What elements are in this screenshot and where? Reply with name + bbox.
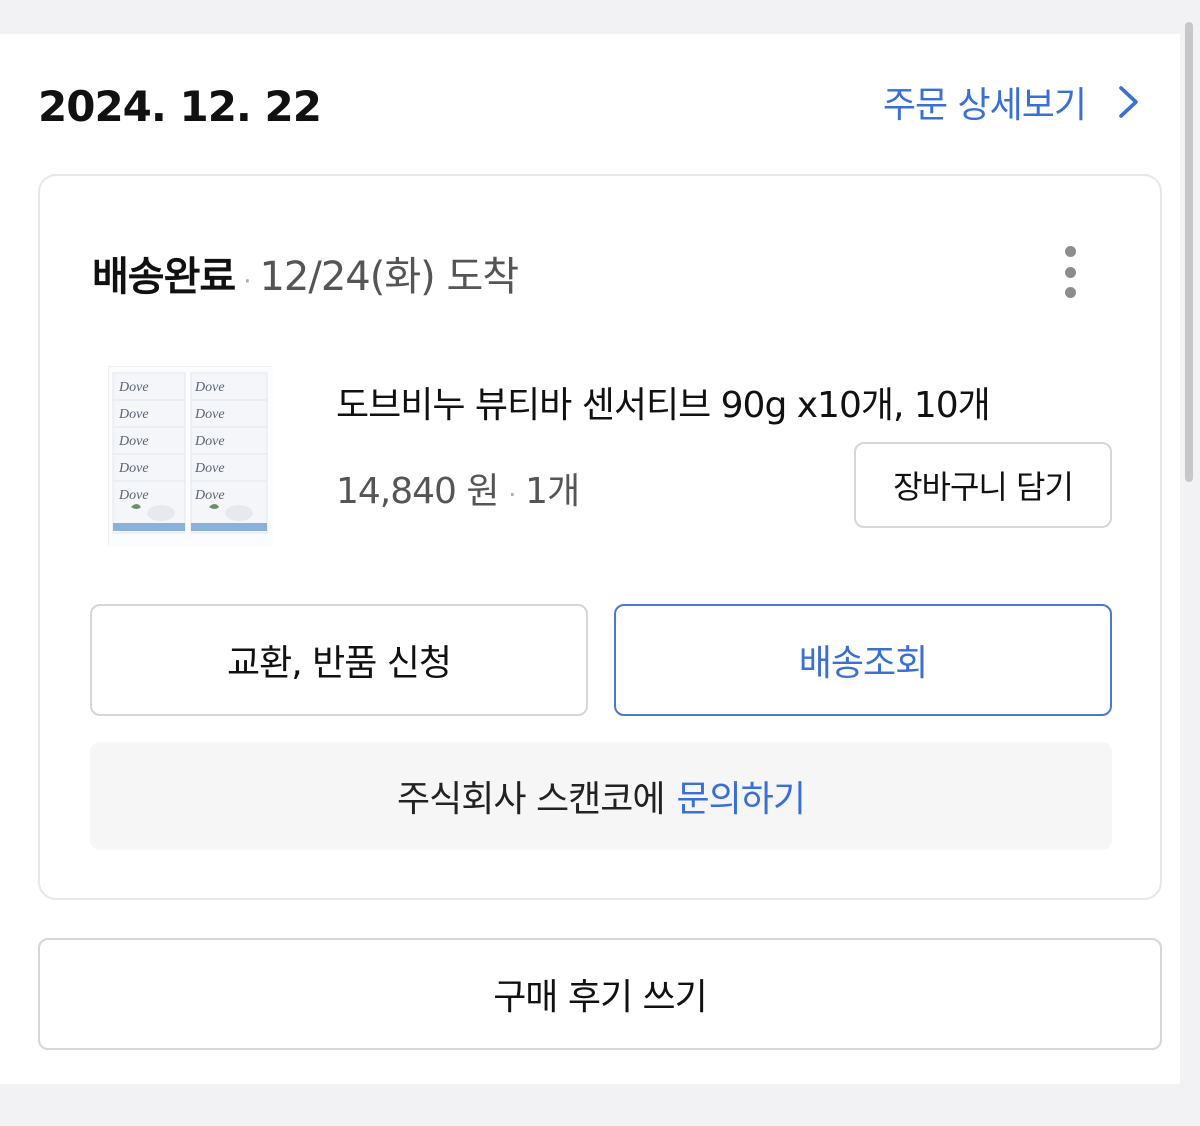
brand-logo-text: Dove: [118, 434, 149, 449]
product-name[interactable]: 도브비누 뷰티바 센서티브 90g x10개, 10개: [336, 376, 991, 428]
seller-inquiry-box: 주식회사 스캔코에 문의하기: [90, 742, 1112, 850]
brand-logo-text: Dove: [194, 488, 225, 503]
brand-logo-text: Dove: [118, 380, 149, 395]
brand-logo-text: Dove: [194, 461, 225, 476]
scrollbar-thumb[interactable]: [1185, 22, 1193, 482]
more-vertical-icon-dot: [1064, 287, 1076, 298]
price-separator: ·: [508, 481, 517, 509]
order-card: 배송완료 · 12/24(화) 도착 Dove Dove Dove Dove D: [38, 174, 1162, 900]
more-vertical-icon-dot: [1064, 246, 1076, 257]
brand-logo-text: Dove: [118, 407, 149, 422]
shipment-status-row: 배송완료 · 12/24(화) 도착: [92, 244, 519, 302]
arrival-date: 12/24(화) 도착: [259, 254, 519, 300]
more-vertical-icon-dot: [1064, 266, 1076, 278]
track-delivery-button[interactable]: 배송조회: [614, 604, 1112, 716]
chevron-right-icon[interactable]: [1112, 82, 1146, 122]
brand-logo-text: Dove: [194, 380, 225, 395]
brand-logo-text: Dove: [118, 461, 149, 476]
brand-logo-text: Dove: [118, 488, 149, 503]
order-detail-link[interactable]: 주문 상세보기: [883, 76, 1087, 128]
price-row: 14,840 원 · 1개: [336, 462, 580, 514]
dove-soap-pack-image: Dove Dove Dove Dove Dove Dove Dove Dove …: [109, 367, 273, 547]
order-date: 2024. 12. 22: [38, 82, 322, 131]
inquiry-seller-text: 주식회사 스캔코에: [397, 779, 665, 820]
status-separator: ·: [243, 267, 252, 297]
write-review-button[interactable]: 구매 후기 쓰기: [38, 938, 1162, 1050]
scrollbar[interactable]: [1180, 22, 1200, 492]
brand-logo-text: Dove: [194, 434, 225, 449]
inquiry-link[interactable]: 문의하기: [676, 770, 805, 822]
add-to-cart-button[interactable]: 장바구니 담기: [854, 442, 1112, 528]
product-thumbnail[interactable]: Dove Dove Dove Dove Dove Dove Dove Dove …: [108, 366, 273, 547]
shipment-status: 배송완료: [92, 254, 236, 300]
product-price: 14,840 원: [336, 471, 500, 512]
return-exchange-button[interactable]: 교환, 반품 신청: [90, 604, 588, 716]
product-quantity: 1개: [525, 471, 580, 512]
brand-logo-text: Dove: [194, 407, 225, 422]
more-options-button[interactable]: [1052, 240, 1088, 304]
